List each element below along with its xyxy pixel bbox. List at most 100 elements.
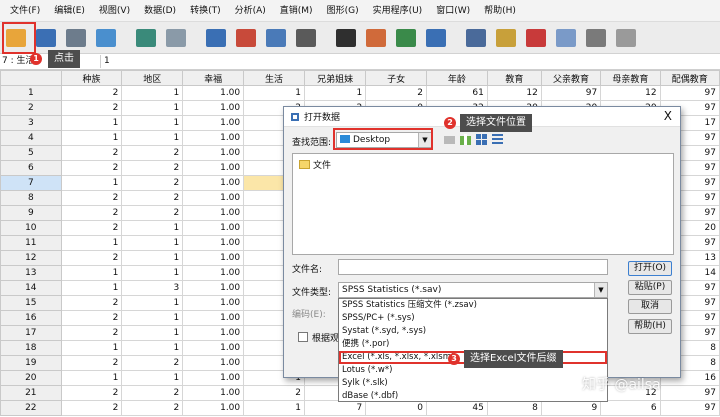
- data-cell[interactable]: 1: [303, 85, 367, 101]
- data-cell[interactable]: 97: [659, 85, 720, 101]
- help-button[interactable]: 帮助(H): [628, 319, 672, 334]
- column-header[interactable]: 母亲教育: [600, 70, 661, 86]
- data-cell[interactable]: 1.00: [182, 355, 245, 371]
- data-cell[interactable]: 12: [600, 85, 661, 101]
- data-cell[interactable]: 2: [60, 85, 123, 101]
- column-header[interactable]: 配偶教育: [659, 70, 720, 86]
- list-view-icon[interactable]: [476, 134, 487, 145]
- row-number[interactable]: 22: [0, 400, 62, 416]
- data-cell[interactable]: 1: [60, 370, 123, 386]
- data-cell[interactable]: 1: [121, 265, 184, 281]
- row-number[interactable]: 8: [0, 190, 62, 206]
- row-number[interactable]: 3: [0, 115, 62, 131]
- save-button[interactable]: [32, 25, 60, 51]
- filetype-option[interactable]: Sylk (*.slk): [339, 377, 607, 390]
- data-cell[interactable]: 97: [659, 385, 720, 401]
- data-cell[interactable]: 1: [121, 325, 184, 341]
- dialog-recall-button[interactable]: [92, 25, 120, 51]
- data-cell[interactable]: 1.00: [182, 235, 245, 251]
- data-cell[interactable]: 2: [121, 160, 184, 176]
- data-cell[interactable]: 1.00: [182, 220, 245, 236]
- data-cell[interactable]: 97: [659, 400, 720, 416]
- data-cell[interactable]: 1.00: [182, 130, 245, 146]
- menu-data[interactable]: 数据(D): [137, 0, 183, 22]
- data-cell[interactable]: 1.00: [182, 280, 245, 296]
- row-number[interactable]: 15: [0, 295, 62, 311]
- show-all-variables-button[interactable]: [582, 25, 610, 51]
- row-number[interactable]: 18: [0, 340, 62, 356]
- new-folder-icon[interactable]: [460, 134, 471, 145]
- data-cell[interactable]: 1: [121, 340, 184, 356]
- cancel-button[interactable]: 取消: [628, 299, 672, 314]
- data-cell[interactable]: 1.00: [182, 145, 245, 161]
- data-cell[interactable]: 1: [60, 115, 123, 131]
- menu-utilities[interactable]: 实用程序(U): [366, 0, 430, 22]
- select-cases-button[interactable]: [492, 25, 520, 51]
- data-cell[interactable]: 2: [60, 400, 123, 416]
- paste-button[interactable]: 粘贴(P): [628, 280, 672, 295]
- data-cell[interactable]: 2: [60, 295, 123, 311]
- data-cell[interactable]: 6: [600, 400, 661, 416]
- data-cell[interactable]: 1.00: [182, 190, 245, 206]
- redo-button[interactable]: [162, 25, 190, 51]
- data-cell[interactable]: 1.00: [182, 400, 245, 416]
- print-button[interactable]: [62, 25, 90, 51]
- corner-header[interactable]: [0, 70, 62, 86]
- data-cell[interactable]: 2: [60, 160, 123, 176]
- data-cell[interactable]: 1.00: [182, 295, 245, 311]
- row-number[interactable]: 20: [0, 370, 62, 386]
- data-cell[interactable]: 1.00: [182, 325, 245, 341]
- data-cell[interactable]: 1: [243, 85, 305, 101]
- split-file-button[interactable]: [422, 25, 450, 51]
- chevron-down-icon[interactable]: ▼: [594, 283, 607, 297]
- go-to-case-button[interactable]: [202, 25, 230, 51]
- data-cell[interactable]: 1: [121, 85, 184, 101]
- insert-variable-button[interactable]: [392, 25, 420, 51]
- data-cell[interactable]: 1.00: [182, 310, 245, 326]
- data-cell[interactable]: 12: [486, 85, 542, 101]
- weight-cases-button[interactable]: [462, 25, 490, 51]
- data-cell[interactable]: 1: [121, 100, 184, 116]
- row-number[interactable]: 17: [0, 325, 62, 341]
- data-cell[interactable]: 1.00: [182, 250, 245, 266]
- data-cell[interactable]: 1: [121, 250, 184, 266]
- data-cell[interactable]: 2: [243, 385, 305, 401]
- row-number[interactable]: 16: [0, 310, 62, 326]
- filetype-option[interactable]: dBase (*.dbf): [339, 390, 607, 403]
- value-labels-button[interactable]: [522, 25, 550, 51]
- data-cell[interactable]: 1: [60, 340, 123, 356]
- undo-button[interactable]: [132, 25, 160, 51]
- filetype-select[interactable]: SPSS Statistics (*.sav) ▼: [338, 282, 608, 298]
- data-cell[interactable]: 1.00: [182, 115, 245, 131]
- row-number[interactable]: 21: [0, 385, 62, 401]
- insert-cases-button[interactable]: [362, 25, 390, 51]
- row-number[interactable]: 11: [0, 235, 62, 251]
- row-number[interactable]: 10: [0, 220, 62, 236]
- data-cell[interactable]: 1: [243, 400, 305, 416]
- filetype-option[interactable]: SPSS/PC+ (*.sys): [339, 312, 607, 325]
- checkbox[interactable]: [298, 332, 308, 342]
- data-cell[interactable]: 2: [121, 145, 184, 161]
- menu-file[interactable]: 文件(F): [3, 0, 47, 22]
- column-header[interactable]: 生活: [243, 70, 305, 86]
- filetype-option[interactable]: SPSS Statistics 压缩文件 (*.zsav): [339, 299, 607, 312]
- menu-view[interactable]: 视图(V): [92, 0, 137, 22]
- up-folder-icon[interactable]: [444, 135, 455, 144]
- data-cell[interactable]: 2: [365, 85, 428, 101]
- data-cell[interactable]: 1: [121, 295, 184, 311]
- data-cell[interactable]: 61: [426, 85, 488, 101]
- cell-value-input[interactable]: 1: [100, 55, 710, 68]
- data-cell[interactable]: 1: [121, 220, 184, 236]
- data-cell[interactable]: 1: [60, 130, 123, 146]
- row-number[interactable]: 13: [0, 265, 62, 281]
- data-cell[interactable]: 1: [121, 370, 184, 386]
- find-button[interactable]: [332, 25, 360, 51]
- menu-window[interactable]: 窗口(W): [429, 0, 477, 22]
- filename-input[interactable]: [338, 259, 608, 275]
- data-cell[interactable]: 1.00: [182, 265, 245, 281]
- data-cell[interactable]: 1: [121, 310, 184, 326]
- data-cell[interactable]: 2: [60, 310, 123, 326]
- data-cell[interactable]: 1: [121, 130, 184, 146]
- row-number[interactable]: 6: [0, 160, 62, 176]
- data-cell[interactable]: 1.00: [182, 100, 245, 116]
